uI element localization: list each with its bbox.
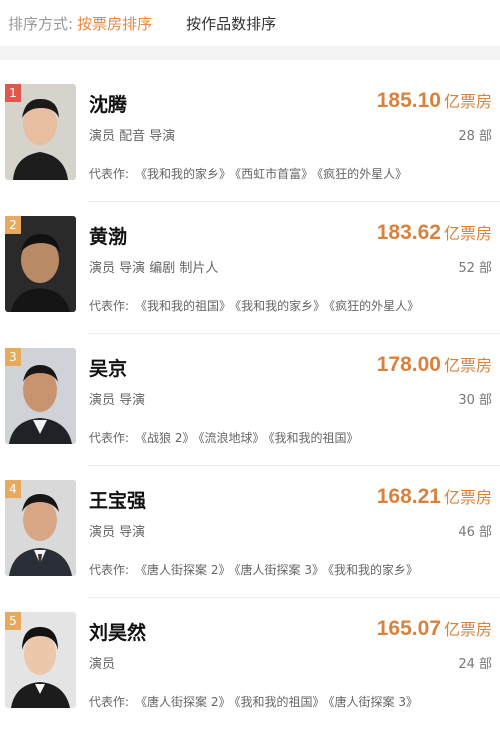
representative-works: 代表作: 《我和我的祖国》 《我和我的家乡》 《疯狂的外星人》 (89, 297, 423, 314)
works-label: 代表作: (89, 695, 130, 709)
box-office: 185.10 亿票房 (377, 88, 492, 113)
list-item[interactable]: 1 沈腾 185.10 亿票房 演员 配音 导演 28 部 代表作: 《我和我的家乡… (0, 70, 500, 202)
box-office-value: 165.07 (376, 617, 441, 640)
person-name: 王宝强 (89, 490, 147, 512)
box-office-value: 183.62 (376, 221, 441, 244)
box-office: 165.07 亿票房 (377, 616, 492, 641)
work-title[interactable]: 《西虹市首富》 (235, 167, 313, 181)
work-title[interactable]: 《疯狂的外星人》 (317, 167, 407, 181)
box-office: 183.62 亿票房 (377, 220, 492, 245)
box-office-value: 185.10 (376, 89, 441, 112)
list-item[interactable]: 4 王宝强 168.21 亿票房 演员 导演 46 部 代表作: 《唐人街探案 2》… (0, 466, 500, 598)
box-office-unit: 亿票房 (443, 92, 492, 111)
box-office: 168.21 亿票房 (377, 484, 492, 509)
roles: 演员 配音 导演 (89, 129, 176, 144)
works-label: 代表作: (89, 299, 130, 313)
section-divider (0, 46, 500, 60)
works-label: 代表作: (89, 431, 130, 445)
ranking-list: 1 沈腾 185.10 亿票房 演员 配音 导演 28 部 代表作: 《我和我的家乡… (0, 60, 500, 709)
work-title[interactable]: 《唐人街探案 3》 (235, 563, 324, 577)
works-count: 52 部 (458, 261, 492, 276)
roles: 演员 导演 (89, 525, 146, 540)
work-title[interactable]: 《唐人街探案 2》 (135, 563, 230, 577)
box-office-unit: 亿票房 (443, 488, 492, 507)
roles: 演员 (89, 657, 116, 672)
list-item[interactable]: 2 黄渤 183.62 亿票房 演员 导演 编剧 制片人 52 部 代表作: 《我和… (0, 202, 500, 334)
person-name: 黄渤 (89, 226, 128, 248)
roles: 演员 导演 (89, 393, 146, 408)
works-label: 代表作: (89, 167, 130, 181)
work-title[interactable]: 《唐人街探案 3》 (329, 695, 418, 709)
rank-badge: 4 (5, 480, 21, 498)
rank-badge: 1 (5, 84, 21, 102)
works-label: 代表作: (89, 563, 130, 577)
list-item[interactable]: 5 刘昊然 165.07 亿票房 演员 24 部 代表作: 《唐人街探案 2》 《我和… (0, 598, 500, 730)
work-title[interactable]: 《我和我的祖国》 (269, 431, 359, 445)
work-title[interactable]: 《唐人街探案 2》 (135, 695, 230, 709)
representative-works: 代表作: 《唐人街探案 2》 《我和我的祖国》 《唐人街探案 3》 (89, 693, 422, 710)
works-count: 46 部 (458, 525, 492, 540)
box-office-unit: 亿票房 (443, 620, 492, 639)
box-office-value: 178.00 (376, 353, 441, 376)
work-title[interactable]: 《疯狂的外星人》 (329, 299, 419, 313)
work-title[interactable]: 《流浪地球》 (199, 431, 265, 445)
representative-works: 代表作: 《唐人街探案 2》 《唐人街探案 3》 《我和我的家乡》 (89, 561, 422, 578)
works-count: 28 部 (458, 129, 492, 144)
roles: 演员 导演 编剧 制片人 (89, 261, 219, 276)
work-title[interactable]: 《我和我的祖国》 (135, 299, 231, 313)
sort-bar: 排序方式: 按票房排序 按作品数排序 (0, 0, 500, 46)
work-title[interactable]: 《我和我的家乡》 (135, 167, 231, 181)
representative-works: 代表作: 《战狼 2》 《流浪地球》 《我和我的祖国》 (89, 429, 363, 446)
sort-label: 排序方式: (8, 14, 74, 33)
rank-badge: 2 (5, 216, 21, 234)
box-office: 178.00 亿票房 (377, 352, 492, 377)
work-title[interactable]: 《我和我的家乡》 (235, 299, 325, 313)
sort-by-box-office-tab[interactable]: 按票房排序 (77, 13, 152, 34)
list-item[interactable]: 3 吴京 178.00 亿票房 演员 导演 30 部 代表作: 《战狼 2》 《流浪地… (0, 334, 500, 466)
works-count: 30 部 (458, 393, 492, 408)
person-name: 刘昊然 (89, 622, 147, 644)
work-title[interactable]: 《我和我的祖国》 (235, 695, 325, 709)
box-office-unit: 亿票房 (443, 224, 492, 243)
work-title[interactable]: 《我和我的家乡》 (328, 563, 418, 577)
rank-badge: 3 (5, 348, 21, 366)
works-count: 24 部 (458, 657, 492, 672)
representative-works: 代表作: 《我和我的家乡》 《西虹市首富》 《疯狂的外星人》 (89, 165, 411, 182)
sort-by-works-count-tab[interactable]: 按作品数排序 (186, 13, 276, 34)
box-office-unit: 亿票房 (443, 356, 492, 375)
person-name: 沈腾 (89, 94, 128, 116)
person-name: 吴京 (89, 358, 128, 380)
box-office-value: 168.21 (376, 485, 441, 508)
work-title[interactable]: 《战狼 2》 (135, 431, 194, 445)
rank-badge: 5 (5, 612, 21, 630)
